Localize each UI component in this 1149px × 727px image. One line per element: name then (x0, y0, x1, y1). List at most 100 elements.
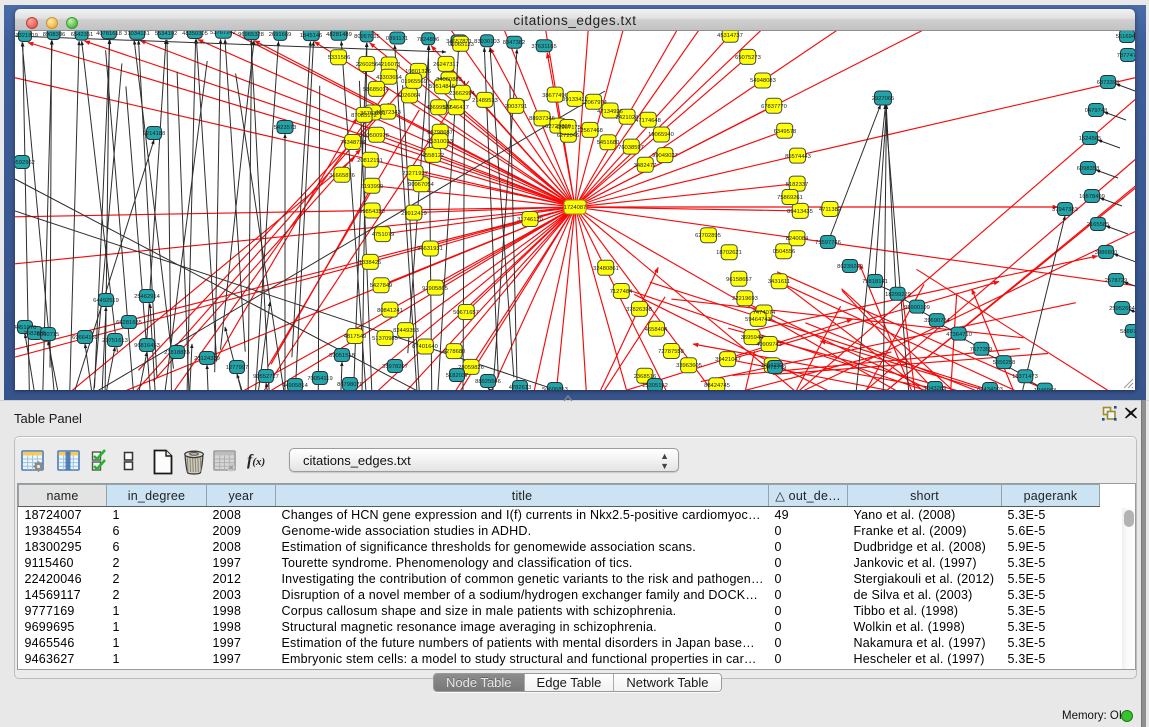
svg-text:05310033: 05310033 (427, 139, 453, 145)
svg-text:3986800: 3986800 (1095, 250, 1118, 256)
svg-text:18299229: 18299229 (885, 292, 911, 298)
svg-text:1043289: 1043289 (924, 386, 947, 390)
svg-text:58887947: 58887947 (1120, 329, 1135, 335)
svg-text:31665876: 31665876 (329, 173, 355, 179)
svg-text:99049027: 99049027 (652, 153, 678, 159)
svg-text:47174648: 47174648 (635, 118, 661, 124)
svg-text:10801326: 10801326 (405, 69, 431, 75)
svg-text:83930103: 83930103 (474, 39, 500, 45)
svg-text:47364710: 47364710 (946, 332, 972, 338)
svg-text:50671657: 50671657 (453, 310, 479, 316)
svg-text:29912419: 29912419 (401, 211, 427, 217)
svg-text:37826398: 37826398 (626, 307, 652, 313)
svg-text:82449353: 82449353 (393, 328, 419, 334)
svg-text:26247317: 26247317 (433, 62, 459, 68)
svg-text:4711382: 4711382 (819, 207, 841, 213)
svg-text:76038597: 76038597 (618, 145, 644, 151)
svg-text:43321819: 43321819 (15, 33, 38, 39)
svg-text:80500978: 80500978 (363, 133, 389, 139)
svg-text:7127484: 7127484 (610, 289, 633, 295)
svg-text:21489513: 21489513 (472, 98, 498, 104)
svg-text:22219693: 22219693 (732, 296, 758, 302)
svg-text:53767242: 53767242 (210, 31, 236, 36)
svg-text:8240084: 8240084 (786, 236, 809, 242)
svg-text:01965569: 01965569 (401, 79, 427, 85)
svg-text:65281685: 65281685 (116, 320, 142, 326)
svg-text:4658404: 4658404 (645, 327, 668, 333)
svg-text:5451680: 5451680 (597, 140, 620, 146)
svg-text:4558122: 4558122 (422, 153, 445, 159)
svg-text:12067974: 12067974 (581, 100, 608, 106)
svg-text:25952694: 25952694 (1109, 306, 1135, 312)
svg-text:4278680: 4278680 (443, 349, 466, 355)
svg-text:2691669: 2691669 (269, 32, 292, 38)
svg-text:96158657: 96158657 (726, 277, 752, 283)
svg-text:96631931: 96631931 (417, 246, 443, 252)
svg-text:6873395: 6873395 (1097, 80, 1120, 86)
svg-text:5423573: 5423573 (274, 125, 297, 131)
svg-text:5534192: 5534192 (155, 31, 178, 37)
svg-text:67837770: 67837770 (761, 104, 787, 110)
svg-text:86239240: 86239240 (837, 264, 863, 270)
svg-text:1046963: 1046963 (1034, 388, 1057, 390)
svg-text:4817549: 4817549 (344, 334, 367, 340)
svg-text:2214188: 2214188 (143, 131, 166, 137)
svg-text:5427849: 5427849 (370, 283, 393, 289)
svg-text:34060883: 34060883 (436, 77, 462, 83)
svg-text:25462914: 25462914 (134, 294, 161, 300)
svg-text:31034131: 31034131 (124, 31, 150, 37)
svg-text:99854353: 99854353 (359, 209, 385, 215)
svg-text:39690784: 39690784 (924, 318, 951, 324)
svg-text:23662994: 23662994 (449, 91, 476, 97)
svg-text:87401640: 87401640 (412, 344, 438, 350)
svg-text:15305152: 15305152 (642, 383, 668, 389)
svg-text:95900109: 95900109 (904, 305, 930, 311)
svg-text:1845146: 1845146 (300, 33, 323, 39)
svg-text:44905814: 44905814 (282, 383, 309, 389)
svg-text:50606853: 50606853 (542, 387, 568, 390)
svg-text:96965328: 96965328 (238, 32, 264, 38)
svg-text:0504556: 0504556 (773, 249, 796, 255)
svg-text:35978207: 35978207 (382, 364, 408, 370)
svg-text:2927065: 2927065 (872, 96, 895, 102)
svg-text:6026064: 6026064 (398, 93, 421, 99)
svg-text:3695944: 3695944 (741, 335, 764, 341)
svg-text:19065940: 19065940 (648, 132, 674, 138)
svg-text:2260256: 2260256 (356, 62, 379, 68)
svg-text:4751079: 4751079 (372, 232, 395, 238)
svg-text:80841241: 80841241 (377, 308, 403, 314)
svg-text:99552717: 99552717 (253, 374, 279, 380)
svg-text:2003791: 2003791 (505, 104, 528, 110)
svg-text:5516940: 5516940 (1116, 34, 1135, 40)
svg-text:28059826: 28059826 (458, 365, 484, 371)
svg-text:80592962: 80592962 (15, 160, 35, 166)
svg-text:6098358: 6098358 (1077, 166, 1100, 172)
svg-text:96816453: 96816453 (134, 343, 160, 349)
svg-text:5182337: 5182337 (786, 182, 809, 188)
svg-text:59514846: 59514846 (429, 84, 455, 90)
svg-text:55646417: 55646417 (443, 105, 469, 111)
svg-text:95798687: 95798687 (427, 130, 453, 136)
svg-text:86798079: 86798079 (337, 382, 363, 388)
svg-text:58685014: 58685014 (363, 87, 390, 93)
svg-text:59464743: 59464743 (745, 317, 771, 323)
svg-text:75818141: 75818141 (862, 279, 888, 285)
svg-text:2368516: 2368516 (634, 374, 657, 380)
svg-text:21818835: 21818835 (164, 350, 190, 356)
svg-text:48281489: 48281489 (326, 32, 352, 38)
svg-text:64492519: 64492519 (93, 298, 119, 304)
svg-text:90967054: 90967054 (408, 182, 435, 188)
svg-text:45314737: 45314737 (717, 33, 743, 39)
svg-text:88937346: 88937346 (529, 116, 555, 122)
svg-text:6349578: 6349578 (774, 129, 797, 135)
svg-text:85574443: 85574443 (785, 154, 811, 160)
svg-text:69664160: 69664160 (72, 335, 98, 341)
svg-text:29751613: 29751613 (102, 338, 128, 344)
svg-text:88424745: 88424745 (704, 383, 730, 389)
svg-text:3431611: 3431611 (768, 279, 790, 285)
svg-text:6272046: 6272046 (557, 133, 580, 139)
svg-text:0472779: 0472779 (764, 365, 787, 371)
svg-text:75869261: 75869261 (777, 195, 803, 201)
svg-text:40781618: 40781618 (96, 31, 122, 37)
svg-text:0479748: 0479748 (1085, 108, 1108, 114)
